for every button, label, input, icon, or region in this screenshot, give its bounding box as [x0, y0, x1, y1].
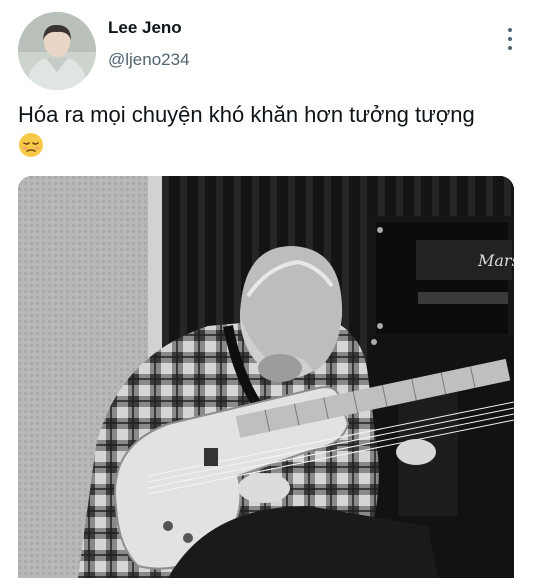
tweet-text: Hóa ra mọi chuyện khó khăn hơn tưởng tượ… — [18, 102, 475, 127]
tweet-card: Lee Jeno @ljeno234 Hóa ra mọi chuyện khó… — [0, 0, 540, 578]
more-options-icon[interactable] — [500, 24, 520, 54]
avatar[interactable] — [18, 12, 96, 90]
display-name[interactable]: Lee Jeno — [108, 18, 182, 38]
amp-logo: Marshall — [477, 251, 514, 270]
user-handle[interactable]: @ljeno234 — [108, 50, 190, 70]
bass-player-image: Marshall — [18, 176, 514, 578]
avatar-image — [18, 12, 96, 90]
pensive-face-emoji — [19, 133, 43, 157]
tweet-photo[interactable]: Marshall — [18, 176, 514, 578]
